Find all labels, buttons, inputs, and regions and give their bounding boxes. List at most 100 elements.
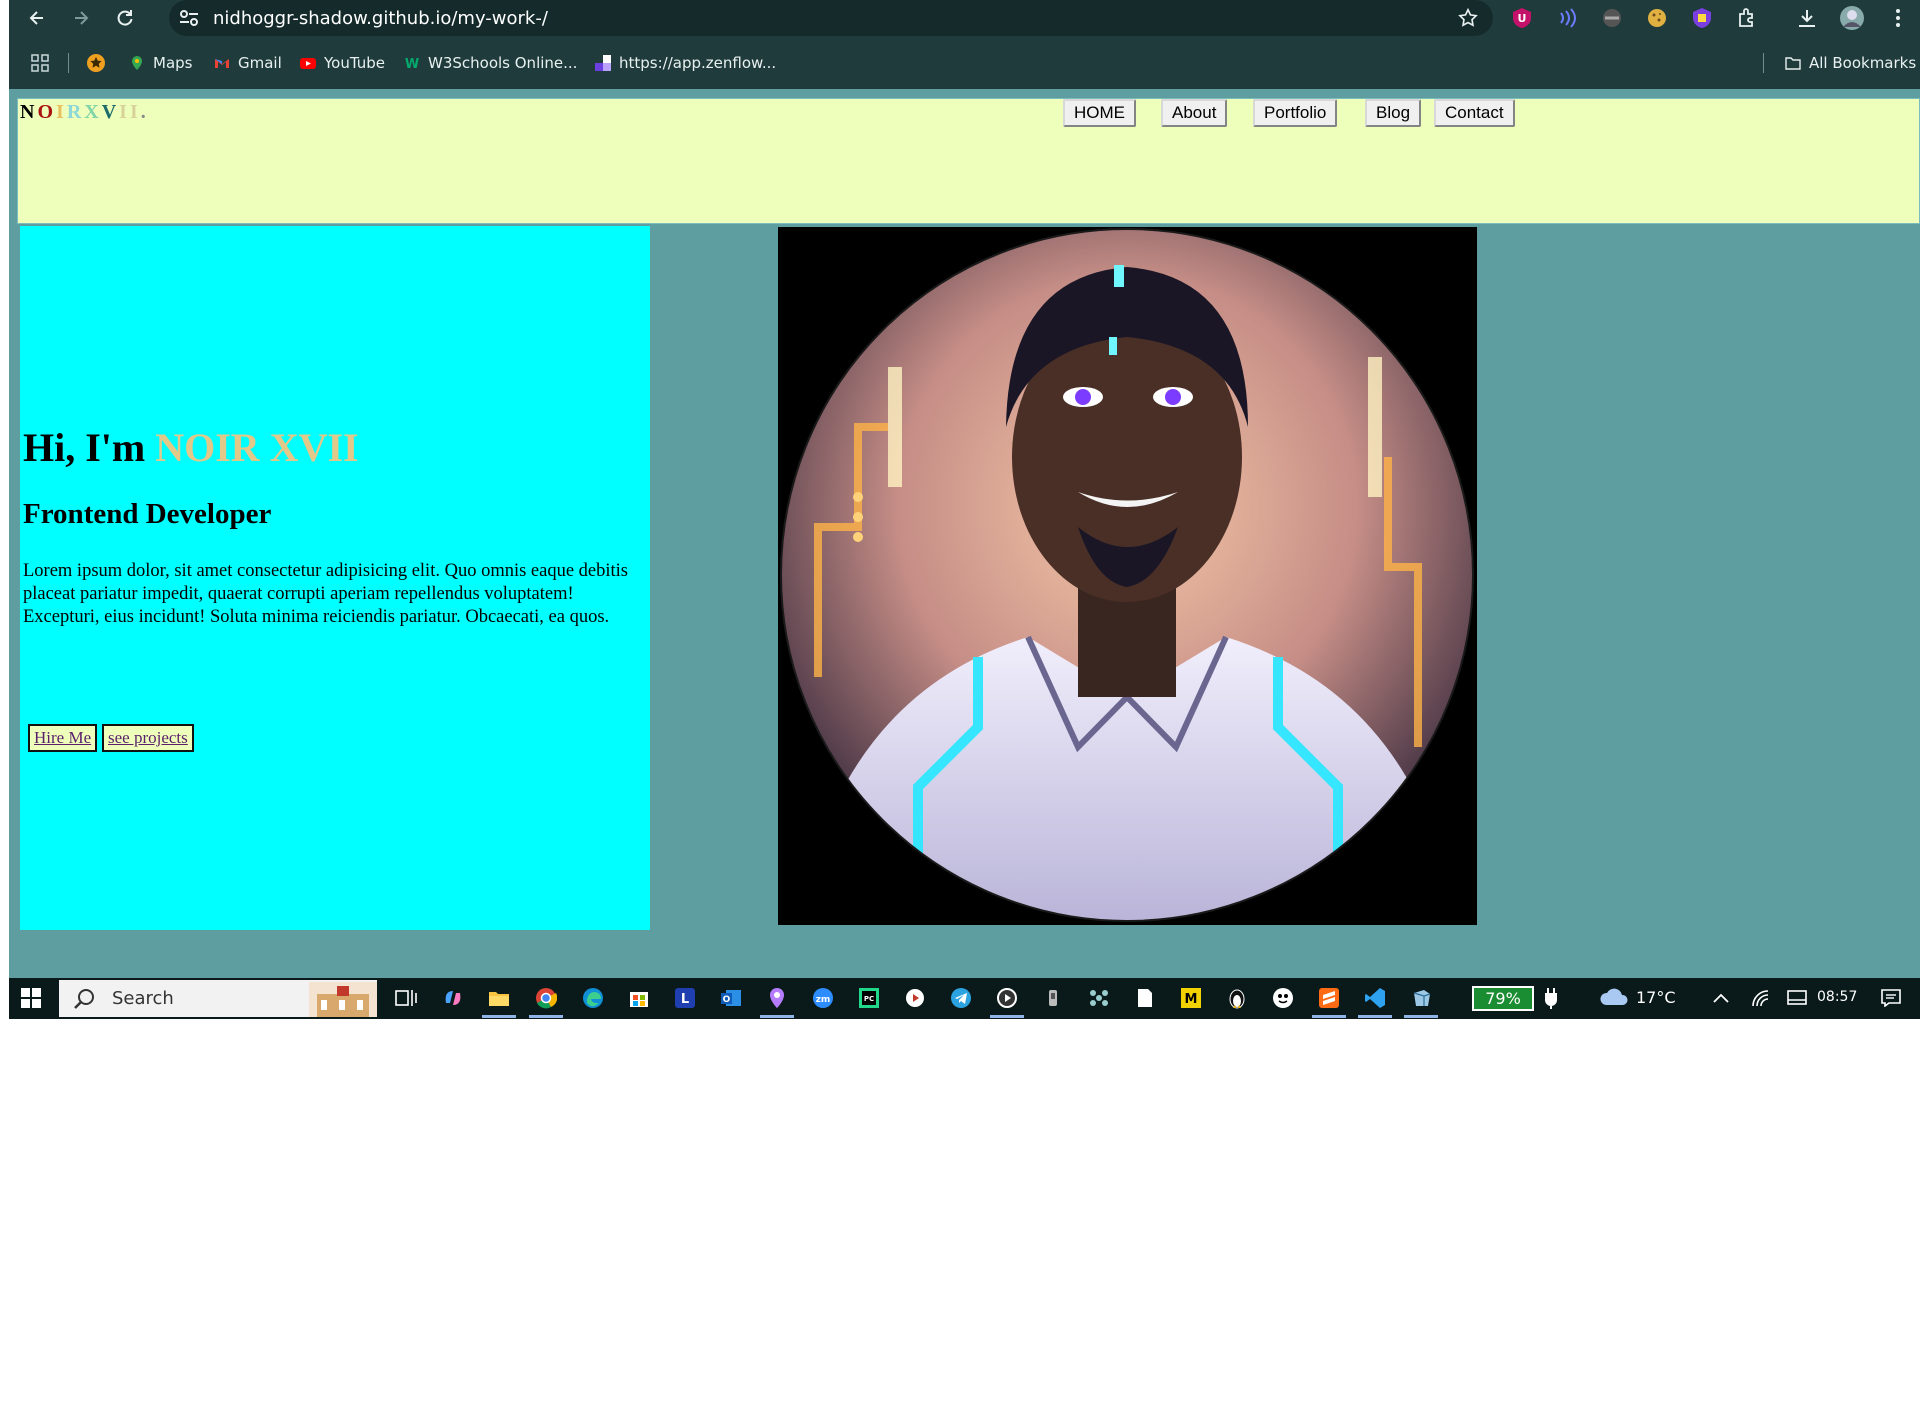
cookie-icon[interactable] [1644,5,1670,31]
bookmark-maps[interactable]: Maps [129,52,192,74]
l-app-icon[interactable]: L [673,986,697,1010]
svg-text:M: M [1185,992,1198,1007]
file-explorer-icon[interactable] [487,986,511,1010]
vscode-icon[interactable] [1363,986,1387,1010]
read-aloud-icon[interactable] [1554,5,1580,31]
charging-plug-icon [1539,986,1563,1010]
apps-grid-icon[interactable] [31,52,49,74]
bookmark-label: https://app.zenflow... [619,54,777,72]
maps-pin-icon [132,56,142,70]
svg-text:zm: zm [816,995,831,1005]
bookmark-w3schools[interactable]: W W3Schools Online... [404,52,578,74]
download-icon[interactable] [1794,5,1820,31]
wifi-icon[interactable] [1749,986,1773,1010]
nav-about[interactable]: About [1161,99,1228,127]
media-player-icon[interactable] [903,986,927,1010]
see-projects-button[interactable]: see projects [102,724,194,752]
svg-text:PC: PC [864,995,874,1003]
sublime-icon[interactable] [1317,986,1341,1010]
zenflow-icon [595,55,611,71]
site-info-icon[interactable] [179,9,199,32]
maps-app-icon[interactable] [765,986,789,1010]
mascot-app-icon[interactable] [1271,986,1295,1010]
all-bookmarks-folder[interactable]: All Bookmarks [1785,52,1916,74]
bookmark-label: Maps [153,54,193,72]
bookmark-zenflow[interactable]: https://app.zenflow... [595,52,776,74]
outlook-icon[interactable]: O [719,986,743,1010]
logo-letter: O [37,101,57,123]
reload-icon [117,10,133,26]
running-indicator [990,1015,1024,1018]
nav-home[interactable]: HOME [1063,99,1136,127]
running-indicator [529,1015,563,1018]
nav-blog[interactable]: Blog [1365,99,1422,127]
browser-toolbar: nidhoggr-shadow.github.io/my-work-/ U [9,0,1920,36]
virtualbox-icon[interactable] [1409,986,1433,1010]
address-bar[interactable]: nidhoggr-shadow.github.io/my-work-/ [169,0,1493,36]
menu-kebab-icon[interactable] [1885,5,1911,31]
search-highlight-art-icon [309,982,377,1017]
m-app-icon[interactable]: M [1179,986,1203,1010]
ublock-icon[interactable]: U [1509,5,1535,31]
site-logo[interactable]: NOIRXVII. [20,101,149,124]
usb-device-icon[interactable] [1041,986,1065,1010]
bookmarks-divider [68,53,69,73]
bookmark-star-icon[interactable] [1457,7,1479,34]
running-indicator [1312,1015,1346,1018]
taskbar-search-box[interactable]: Search [59,980,377,1017]
logo-letter: N [20,101,38,123]
cloud-weather-icon[interactable] [1599,986,1631,1010]
weather-temperature[interactable]: 17°C [1636,988,1676,1007]
site-header: NOIRXVII. HOME About Portfolio Blog Cont… [17,98,1920,224]
shield-extension-icon[interactable] [1689,5,1715,31]
hero-role: Frontend Developer [23,498,272,530]
forward-button[interactable] [67,4,95,32]
logo-letter: V [101,101,120,123]
svg-text:L: L [681,992,689,1007]
taskbar-clock[interactable]: 08:57 [1817,989,1857,1005]
bookmark-gmail[interactable]: Gmail [214,52,282,74]
logo-letter: I [129,101,141,123]
video-player-icon[interactable] [995,986,1019,1010]
notepad-icon[interactable] [1133,986,1157,1010]
hero-intro-panel: Hi, I'm NOIR XVII Frontend Developer Lor… [20,226,650,930]
task-view-icon[interactable] [394,986,418,1010]
url-text[interactable]: nidhoggr-shadow.github.io/my-work-/ [213,8,548,29]
ms-store-icon[interactable] [627,986,651,1010]
page-viewport: NOIRXVII. HOME About Portfolio Blog Cont… [9,89,1920,978]
youtube-icon [300,58,316,69]
greeting-prefix: Hi, I'm [23,425,156,470]
svg-text:O: O [723,995,731,1005]
linux-penguin-icon[interactable] [1225,986,1249,1010]
hero-description: Lorem ipsum dolor, sit amet consectetur … [23,561,629,627]
hire-me-button[interactable]: Hire Me [28,724,98,752]
bookmark-label: W3Schools Online... [428,54,578,72]
bookmark-youtube[interactable]: YouTube [300,52,385,74]
edge-icon[interactable] [581,986,605,1010]
copilot-icon[interactable] [441,986,465,1010]
profile-avatar[interactable] [1839,5,1865,31]
windows-start-icon[interactable] [21,988,41,1013]
chevron-up-icon[interactable] [1709,986,1733,1010]
back-button[interactable] [23,4,51,32]
bookmark-star-badge-icon[interactable] [86,52,106,74]
nav-portfolio[interactable]: Portfolio [1253,99,1338,127]
nav-contact[interactable]: Contact [1434,99,1515,127]
display-icon[interactable] [1785,986,1809,1010]
telegram-icon[interactable] [949,986,973,1010]
zoom-icon[interactable]: zm [811,986,835,1010]
extensions-puzzle-icon[interactable] [1734,5,1760,31]
search-icon [73,988,95,1015]
game-controller-icon[interactable] [1087,986,1111,1010]
logo-letter: X [84,101,102,123]
reload-button[interactable] [111,4,139,32]
bookmarks-bar: Maps Gmail YouTube W W3Schools Online...… [9,36,1920,89]
blocker-icon[interactable] [1599,5,1625,31]
chrome-icon[interactable] [534,986,558,1010]
pycharm-icon[interactable]: PC [857,986,881,1010]
notifications-icon[interactable] [1879,986,1903,1010]
svg-text:U: U [1518,12,1527,25]
w3schools-icon: W [405,57,419,71]
all-bookmarks-label: All Bookmarks [1809,54,1917,72]
battery-indicator[interactable]: 79% [1472,986,1534,1011]
